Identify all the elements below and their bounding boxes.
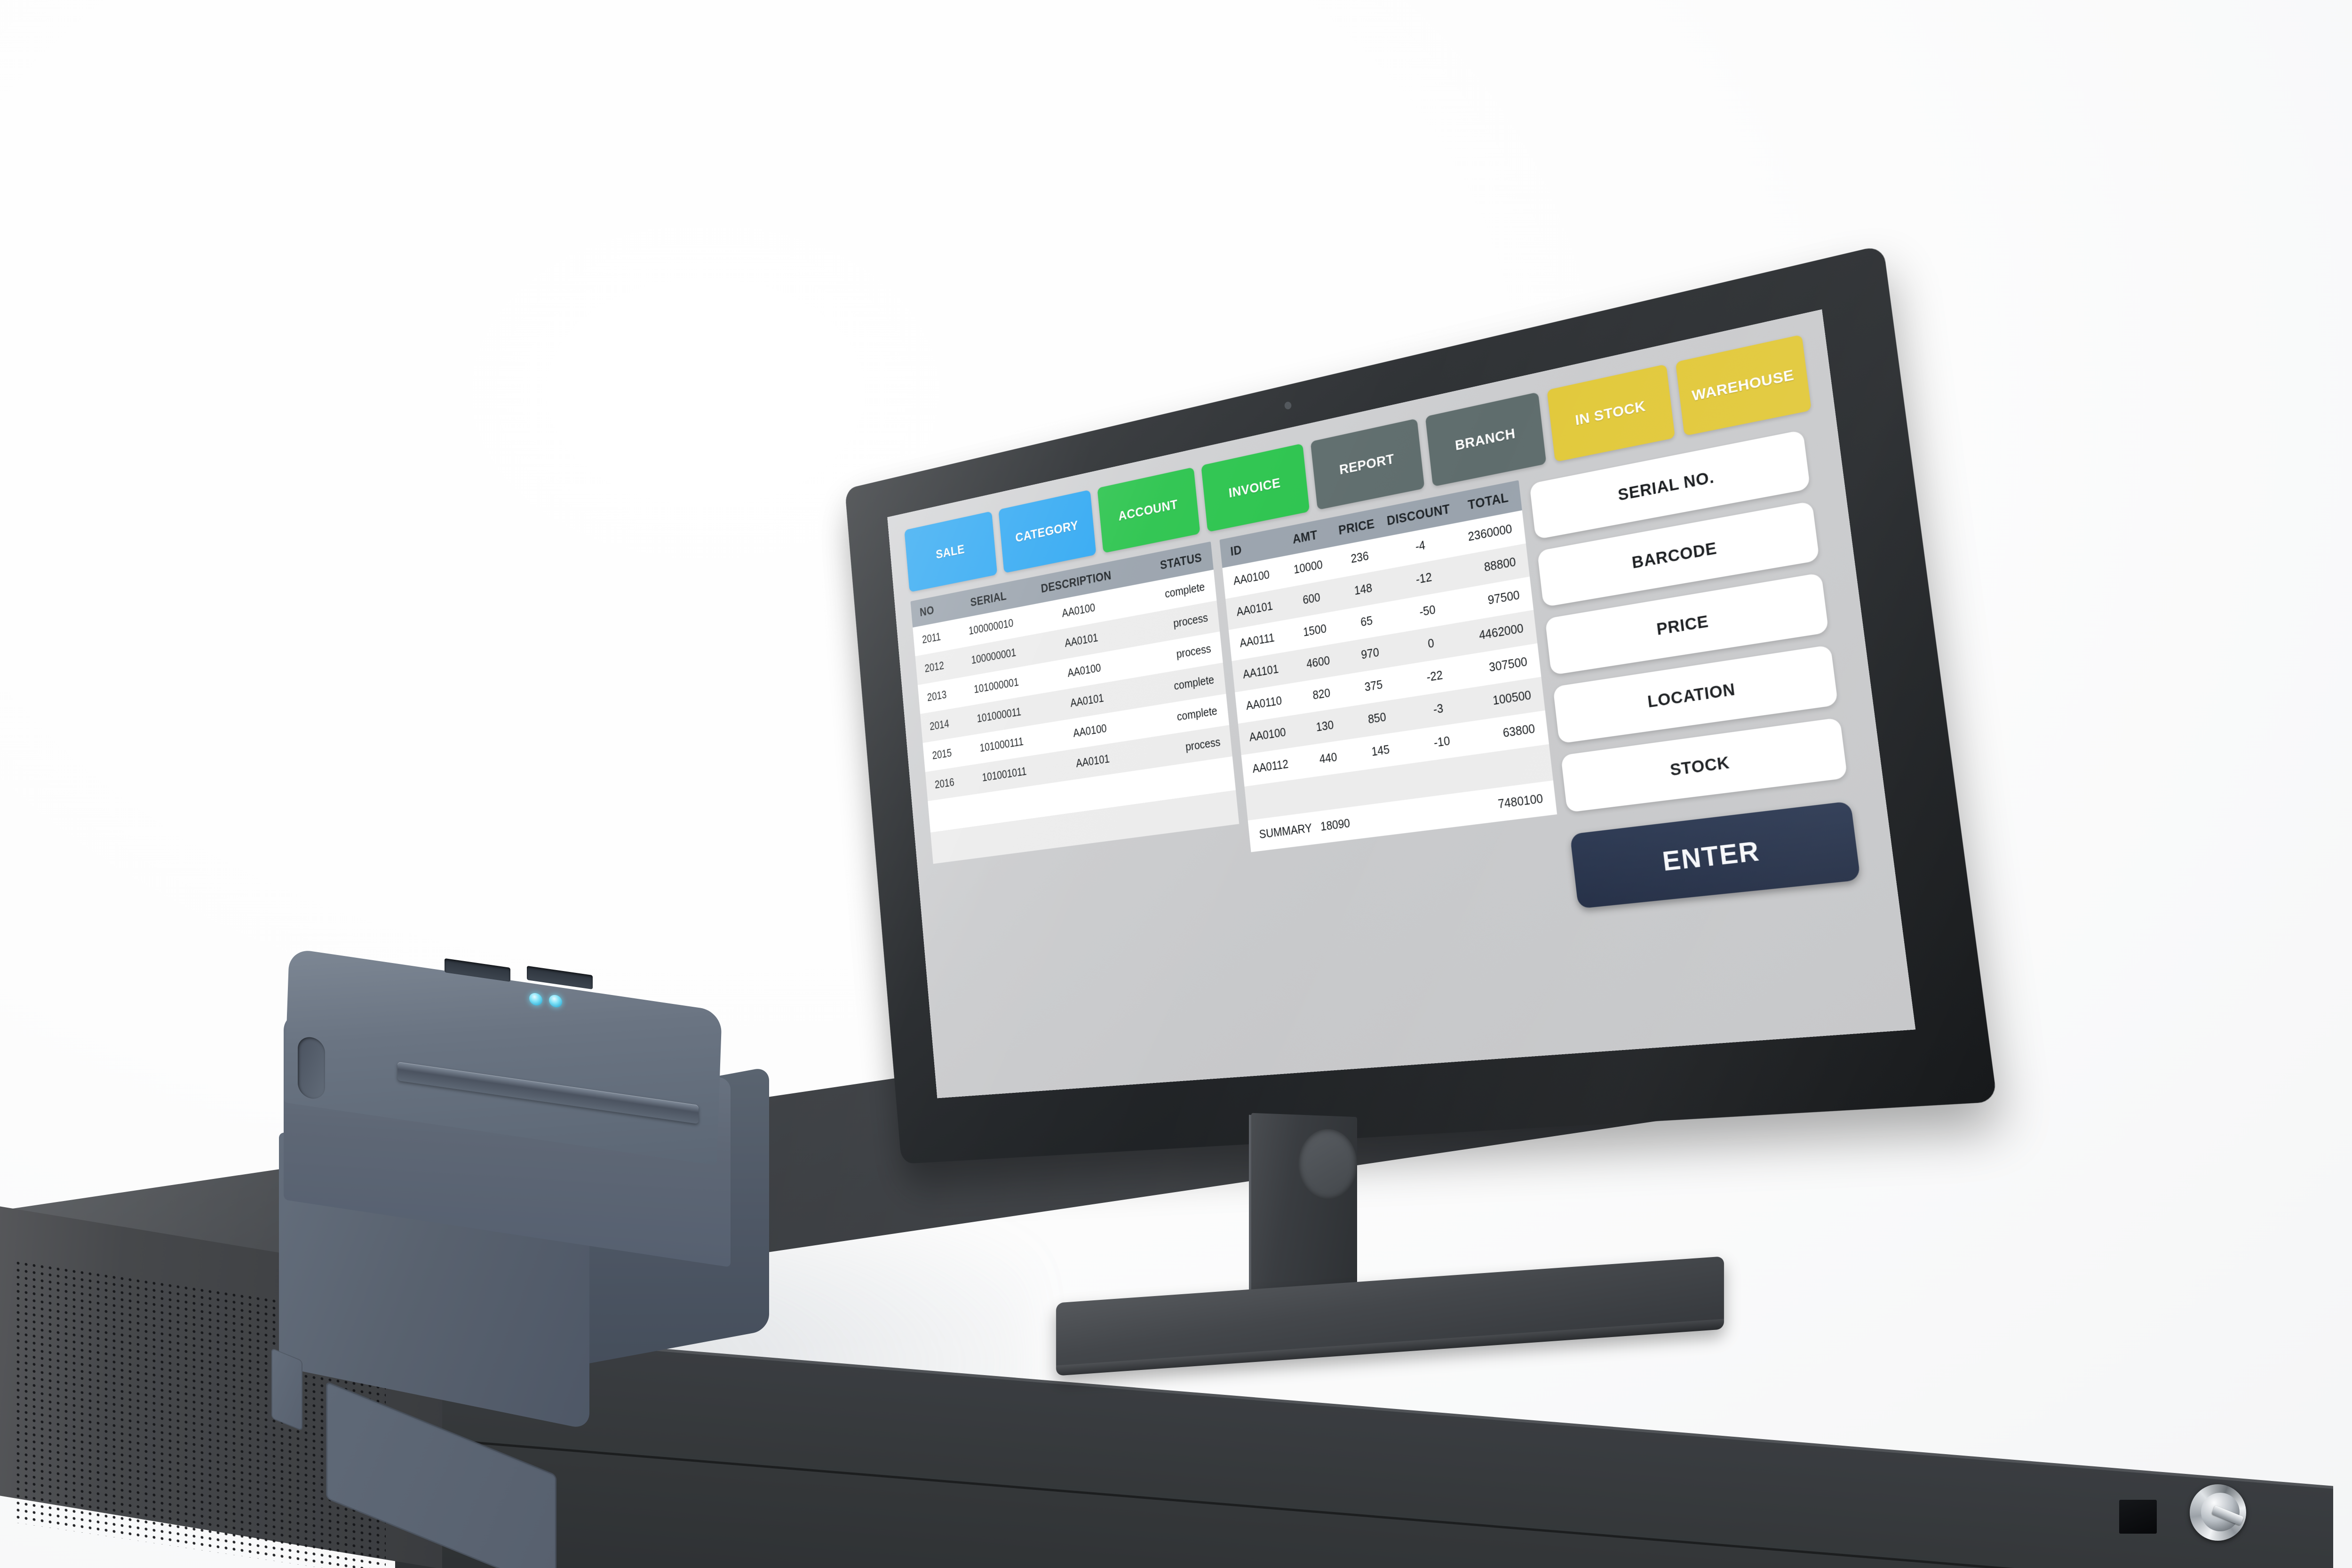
cell-no [928, 795, 971, 833]
nav-label: ACCOUNT [1118, 497, 1179, 524]
invoice-table-body[interactable]: AA0100 10000 236 -4 2360000 AA0101 600 1 [1222, 510, 1557, 852]
nav-label: WAREHOUSE [1691, 366, 1795, 405]
nav-button-branch[interactable]: BRANCH [1425, 392, 1547, 487]
receipt-printer[interactable] [271, 948, 807, 1568]
side-btn-label: BARCODE [1631, 538, 1718, 572]
side-btn-label: LOCATION [1646, 679, 1737, 711]
nav-button-report[interactable]: REPORT [1310, 418, 1425, 510]
nav-label: BRANCH [1454, 425, 1517, 454]
nav-button-sale[interactable]: SALE [904, 511, 998, 592]
nav-button-account[interactable]: ACCOUNT [1097, 467, 1200, 553]
invoice-lines-table[interactable]: ID AMT PRICE DISCOUNT TOTAL AA0100 10000… [1219, 480, 1557, 852]
invoice-lines-panel[interactable]: ID AMT PRICE DISCOUNT TOTAL AA0100 10000… [1219, 480, 1581, 1052]
nav-label: SALE [935, 541, 965, 562]
cell-no [930, 827, 974, 864]
nav-label: CATEGORY [1015, 517, 1079, 545]
nav-label: REPORT [1338, 451, 1395, 478]
nav-button-category[interactable]: CATEGORY [998, 489, 1097, 573]
printer-side-tab [271, 1348, 302, 1431]
side-action-panel[interactable]: SERIAL NO. BARCODE PRICE LOCATION STOCK [1529, 424, 1877, 1028]
drawer-lock-plate [2119, 1500, 2157, 1534]
side-btn-label: PRICE [1655, 612, 1710, 639]
nav-label: INVOICE [1228, 475, 1281, 501]
printer-handle-recess [298, 1035, 325, 1101]
nav-label: IN STOCK [1574, 398, 1647, 429]
pos-touchscreen-monitor[interactable]: SALE CATEGORY ACCOUNT INVOICE REPORT BRA… [757, 245, 1997, 1164]
side-btn-label: SERIAL NO. [1617, 467, 1716, 504]
scene-background: SALE CATEGORY ACCOUNT INVOICE REPORT BRA… [0, 0, 2352, 1568]
enter-label: ENTER [1661, 836, 1762, 877]
enter-button[interactable]: ENTER [1570, 801, 1861, 909]
side-btn-label: STOCK [1669, 753, 1731, 780]
cash-drawer-key-lock[interactable] [2190, 1484, 2246, 1541]
nav-button-invoice[interactable]: INVOICE [1200, 443, 1310, 533]
nav-button-in-stock[interactable]: IN STOCK [1547, 364, 1676, 462]
serial-list-table[interactable]: NO SERIAL DESCRIPTION STATUS 2011 100000… [910, 541, 1240, 864]
nav-button-warehouse[interactable]: WAREHOUSE [1675, 334, 1812, 436]
serial-list-panel[interactable]: NO SERIAL DESCRIPTION STATUS 2011 100000… [910, 541, 1262, 1076]
cable-management-hole [1298, 1129, 1357, 1200]
summary-price [1359, 798, 1417, 839]
monitor-screen[interactable]: SALE CATEGORY ACCOUNT INVOICE REPORT BRA… [887, 309, 1916, 1098]
pos-application-screen[interactable]: SALE CATEGORY ACCOUNT INVOICE REPORT BRA… [887, 309, 1916, 1098]
cell-amt [1305, 771, 1359, 813]
summary-amt: 18090 [1308, 806, 1363, 845]
